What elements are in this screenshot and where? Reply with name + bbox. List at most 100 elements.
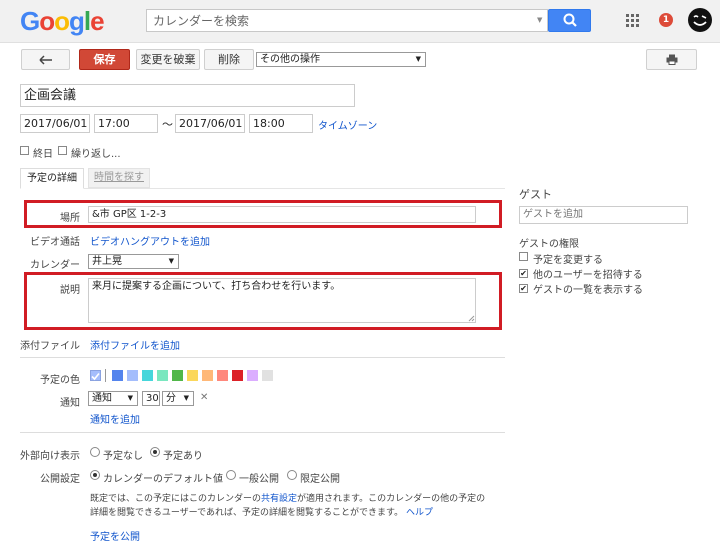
avatar[interactable] [688,8,712,32]
tab-find-time[interactable]: 時間を探す [88,168,150,188]
notification-unit-select[interactable]: 分 ▼ [162,391,194,406]
smiley-avatar-icon [693,15,707,26]
remove-notification-close-icon[interactable]: ✕ [200,392,208,403]
timezone-link[interactable]: タイムゾーン [318,117,377,132]
notification-unit-value: 分 [166,393,176,404]
calendar-value: 井上晃 [92,256,122,267]
checkbox-box[interactable] [519,252,528,261]
privacy-private-label: 限定公開 [300,474,340,485]
checkbox-box[interactable] [20,146,29,155]
availability-free-label: 予定なし [103,451,143,462]
availability-label: 外部向け表示 [20,451,80,462]
tab-divider [20,188,505,189]
all-day-checkbox[interactable] [20,145,29,158]
notification-badge[interactable]: 1 [659,13,673,27]
publish-event-link[interactable]: 予定を公開 [90,528,140,542]
check-icon [91,372,100,381]
color-swatch[interactable] [187,370,198,381]
print-button[interactable] [646,49,697,70]
apps-grid-icon[interactable] [626,14,640,28]
description-textarea[interactable]: 来月に提案する企画について、打ち合わせを行います。 [88,278,476,323]
privacy-note-line2: 詳細を閲覧できるユーザーであれば、予定の詳細を閲覧することができます。 ヘルプ [90,505,433,518]
permission-modify-checkbox[interactable] [519,251,528,264]
logo-letter: G [20,6,40,36]
color-swatch[interactable] [232,370,243,381]
privacy-label: 公開設定 [40,474,80,485]
privacy-default-radio[interactable] [90,470,100,480]
add-notification-link[interactable]: 通知を追加 [90,411,140,426]
checkbox-box[interactable]: ✔ [519,269,528,278]
checkbox-box[interactable] [58,146,67,155]
save-button[interactable]: 保存 [79,49,130,70]
color-swatch[interactable] [172,370,183,381]
search-options-chevron-icon[interactable]: ▼ [537,16,542,24]
repeat-checkbox[interactable] [58,145,67,158]
color-swatch[interactable] [262,370,273,381]
color-swatch[interactable] [157,370,168,381]
add-attachment-link[interactable]: 添付ファイルを追加 [90,337,180,352]
more-actions-label: その他の操作 [260,54,320,65]
permission-invite-label: 他のユーザーを招待する [533,270,643,281]
privacy-note-text: 詳細を閲覧できるユーザーであれば、予定の詳細を閲覧することができます。 [90,508,404,518]
search-button[interactable] [548,9,591,32]
color-swatch[interactable] [142,370,153,381]
notification-type-value: 通知 [92,393,112,404]
chevron-down-icon: ▼ [415,55,421,63]
discard-changes-button[interactable]: 変更を破棄 [136,49,200,70]
google-logo[interactable]: Google [20,6,105,37]
start-time-input[interactable]: 17:00 [94,114,158,133]
all-day-label: 終日 [33,149,53,160]
privacy-private-radio[interactable] [287,470,297,480]
event-color-label: 予定の色 [40,375,80,386]
search-icon [563,13,577,27]
add-guest-input[interactable] [519,206,688,224]
location-input[interactable]: &市 GP区 1-2-3 [88,206,476,223]
privacy-note-text: が適用されます。このカレンダーの他の予定の [297,494,486,504]
chevron-down-icon: ▼ [168,257,174,265]
more-actions-select[interactable]: その他の操作 ▼ [256,52,426,67]
privacy-public-radio[interactable] [226,470,236,480]
arrow-left-icon [38,55,52,65]
guests-title: ゲスト [519,188,552,201]
event-title-input[interactable]: 企画会議 [20,84,355,107]
notification-type-select[interactable]: 通知 ▼ [88,391,138,406]
color-swatch[interactable] [247,370,258,381]
delete-button[interactable]: 削除 [204,49,254,70]
color-swatch[interactable] [112,370,123,381]
selected-color-swatch[interactable] [90,370,101,381]
add-hangout-link[interactable]: ビデオハングアウトを追加 [90,233,210,248]
permission-see-list-checkbox[interactable]: ✔ [519,281,528,294]
description-label: 説明 [60,285,80,296]
search-box[interactable] [146,9,548,32]
sharing-settings-link[interactable]: 共有設定 [261,494,297,504]
section-divider [20,357,505,358]
palette-separator [105,369,106,382]
location-label: 場所 [60,213,80,224]
checkbox-box[interactable]: ✔ [519,284,528,293]
logo-letter: o [39,6,55,36]
notification-amount-input[interactable]: 30 [142,391,160,406]
color-swatch[interactable] [217,370,228,381]
availability-free-radio[interactable] [90,447,100,457]
search-input[interactable] [147,10,527,31]
help-link[interactable]: ヘルプ [406,508,433,518]
color-palette [90,368,290,382]
privacy-note-text: 既定では、この予定にはこのカレンダーの [90,494,262,504]
back-button[interactable] [21,49,70,70]
tab-event-details[interactable]: 予定の詳細 [20,168,84,189]
calendar-select[interactable]: 井上晃 ▼ [88,254,179,269]
resize-handle-icon[interactable] [468,315,475,322]
start-date-input[interactable]: 2017/06/01 [20,114,90,133]
availability-busy-radio[interactable] [150,447,160,457]
chevron-down-icon: ▼ [127,394,133,402]
privacy-public-label: 一般公開 [239,474,279,485]
calendar-label: カレンダー [30,260,80,271]
end-time-input[interactable]: 18:00 [249,114,313,133]
end-date-input[interactable]: 2017/06/01 [175,114,245,133]
privacy-default-label: カレンダーのデフォルト値 [103,474,223,485]
permission-invite-checkbox[interactable]: ✔ [519,266,528,279]
color-swatch[interactable] [202,370,213,381]
color-swatch[interactable] [127,370,138,381]
permission-see-list-label: ゲストの一覧を表示する [533,285,643,296]
guest-permissions-title: ゲストの権限 [519,239,579,250]
